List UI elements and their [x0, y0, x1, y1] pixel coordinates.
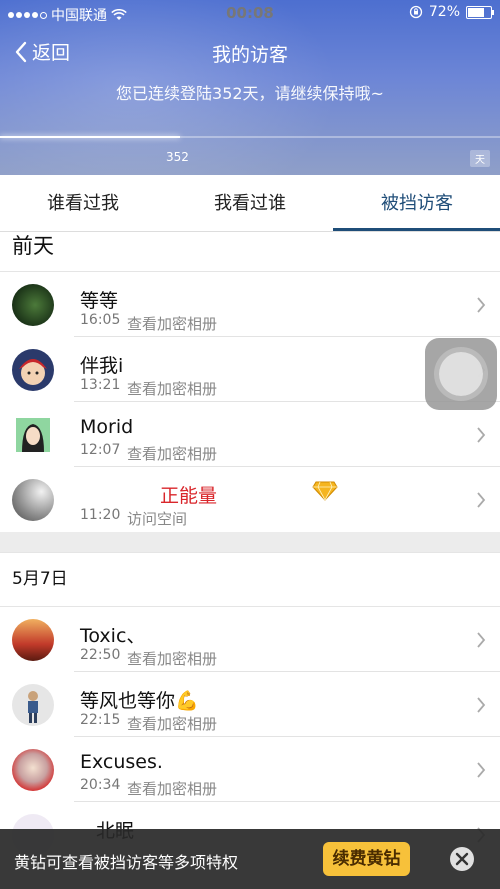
visitor-name: 正能量 — [160, 485, 218, 507]
list-item[interactable]: 等风也等你💪 22:15 查看加密相册 — [0, 672, 500, 737]
visitor-name: Morid — [80, 416, 134, 438]
status-bar: 中国联通 00:08 72% — [0, 0, 500, 26]
renew-vip-button[interactable]: 续费黄钻 — [323, 842, 410, 876]
rotation-lock-icon — [409, 5, 423, 19]
visitor-name: Toxic、 — [80, 625, 146, 647]
yellow-diamond-icon — [312, 481, 338, 501]
page-title: 我的访客 — [211, 44, 288, 66]
section-header: 前天 — [0, 231, 500, 272]
avatar — [12, 349, 54, 391]
section-header: 5月7日 — [0, 552, 500, 607]
visitor-name: 等等 — [80, 290, 119, 312]
avatar — [12, 619, 54, 661]
battery-icon — [466, 5, 494, 19]
chevron-right-icon — [477, 697, 486, 713]
visit-action: 查看加密相册 — [127, 780, 218, 798]
assistive-touch-button[interactable] — [425, 338, 497, 410]
nav-bar: 返回 我的访客 — [0, 30, 500, 74]
assistive-touch-icon — [439, 352, 483, 396]
avatar — [12, 284, 54, 326]
visit-action: 查看加密相册 — [127, 315, 218, 333]
battery-percent: 72% — [428, 4, 460, 20]
visit-action: 查看加密相册 — [127, 715, 218, 733]
login-progress-bar — [0, 136, 500, 138]
list-item[interactable]: 正能量 11:20 访问空间 — [0, 467, 500, 532]
visit-time: 22:15 — [80, 712, 121, 728]
tab-blocked-visitors[interactable]: 被挡访客 — [334, 175, 500, 231]
avatar — [12, 749, 54, 791]
list-item[interactable]: Morid 12:07 查看加密相册 — [0, 402, 500, 467]
visit-time: 20:34 — [80, 777, 121, 793]
visit-action: 访问空间 — [127, 510, 188, 528]
login-progress-value: 352 — [166, 150, 189, 164]
unit-badge: 天 — [470, 150, 490, 167]
list-item[interactable]: Excuses. 20:34 查看加密相册 — [0, 737, 500, 802]
list-item[interactable]: Toxic、 22:50 查看加密相册 — [0, 607, 500, 672]
banner-text: 黄钻可查看被挡访客等多项特权 — [14, 853, 239, 872]
chevron-right-icon — [477, 632, 486, 648]
visit-time: 11:20 — [80, 507, 121, 523]
visitor-name: 伴我i — [80, 355, 124, 377]
visit-time: 16:05 — [80, 312, 121, 328]
visitor-name: Excuses. — [80, 751, 163, 773]
visit-action: 查看加密相册 — [127, 650, 218, 668]
tab-who-viewed-me[interactable]: 谁看过我 — [0, 175, 166, 231]
login-streak-message: 您已连续登陆352天，请继续保持哦~ — [116, 84, 384, 103]
visit-action: 查看加密相册 — [127, 445, 218, 463]
visitor-name: 等风也等你💪 — [80, 690, 199, 712]
avatar — [12, 684, 54, 726]
visit-time: 13:21 — [80, 377, 121, 393]
close-icon — [455, 852, 469, 866]
avatar — [12, 479, 54, 521]
section-gap — [0, 532, 500, 552]
chevron-right-icon — [477, 492, 486, 508]
visit-time: 22:50 — [80, 647, 121, 663]
vip-banner: 黄钻可查看被挡访客等多项特权 续费黄钻 — [0, 829, 500, 889]
visit-action: 查看加密相册 — [127, 380, 218, 398]
tab-who-i-viewed[interactable]: 我看过谁 — [167, 175, 333, 231]
close-banner-button[interactable] — [450, 847, 474, 871]
login-progress-fill — [0, 136, 180, 138]
chevron-right-icon — [477, 427, 486, 443]
chevron-right-icon — [477, 762, 486, 778]
visitor-list: 前天 等等 16:05 查看加密相册 伴我i 13:21 查看加密相册 Mori… — [0, 231, 500, 867]
header: 中国联通 00:08 72% 返回 我的访客 您已连续登陆352天，请继续保持哦… — [0, 0, 500, 175]
visit-time: 12:07 — [80, 442, 121, 458]
list-item[interactable]: 等等 16:05 查看加密相册 — [0, 272, 500, 337]
tab-bar: 谁看过我 我看过谁 被挡访客 — [0, 175, 500, 232]
avatar — [12, 414, 54, 456]
chevron-right-icon — [477, 297, 486, 313]
